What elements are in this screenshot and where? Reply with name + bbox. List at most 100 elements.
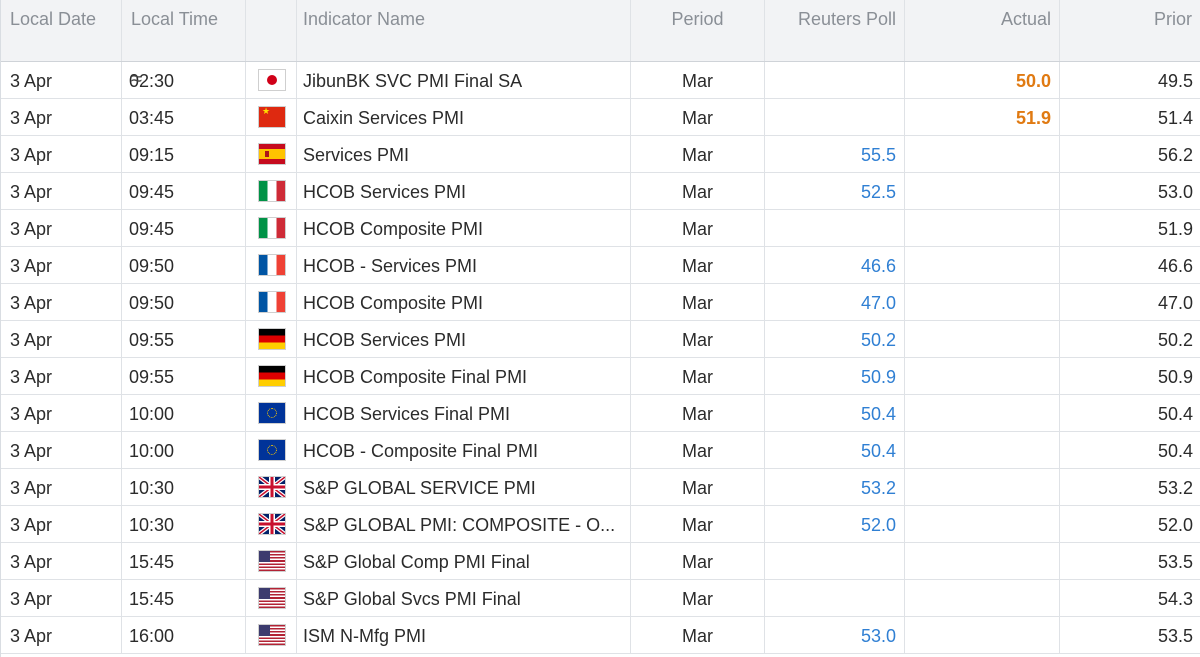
prior-cell: 50.4 xyxy=(1060,395,1200,431)
indicator-name-text: S&P Global Svcs PMI Final xyxy=(303,589,521,609)
time-cell: 09:15 xyxy=(122,136,246,172)
prior-cell: 46.6 xyxy=(1060,247,1200,283)
header-actual[interactable]: Actual xyxy=(905,0,1060,61)
date-cell: 3 Apr xyxy=(1,284,122,320)
date-cell: 3 Apr xyxy=(1,580,122,616)
period-text: Mar xyxy=(682,182,713,202)
uk-flag-icon xyxy=(259,514,285,534)
indicator-name-cell: HCOB Services PMI xyxy=(297,173,631,209)
table-row[interactable]: 3 Apr 09:55 HCOB Composite Final PMI Mar… xyxy=(1,358,1200,395)
table-row[interactable]: 3 Apr 10:30 S&P GLOBAL SERVICE PMI Mar 5… xyxy=(1,469,1200,506)
period-text: Mar xyxy=(682,108,713,128)
period-text: Mar xyxy=(682,219,713,239)
prior-value: 53.5 xyxy=(1157,626,1193,646)
actual-cell: 51.9 xyxy=(905,99,1060,135)
reuters-poll-value: 46.6 xyxy=(860,256,896,276)
flag-cell xyxy=(246,617,297,653)
prior-cell: 52.0 xyxy=(1060,506,1200,542)
period-cell: Mar xyxy=(631,432,765,468)
header-local-time-label: Local Time xyxy=(131,9,219,29)
reuters-poll-value: 50.9 xyxy=(860,367,896,387)
table-row[interactable]: 3 Apr 09:45 HCOB Services PMI Mar 52.5 5… xyxy=(1,173,1200,210)
indicator-name-text: S&P GLOBAL PMI: COMPOSITE - O... xyxy=(303,515,616,535)
prior-value: 54.3 xyxy=(1157,589,1193,609)
table-row[interactable]: 3 Apr 15:45 S&P Global Svcs PMI Final Ma… xyxy=(1,580,1200,617)
france-flag-icon xyxy=(259,255,285,275)
header-local-date-label: Local Date xyxy=(10,9,97,29)
date-cell: 3 Apr xyxy=(1,321,122,357)
flag-cell xyxy=(246,358,297,394)
header-period[interactable]: Period xyxy=(631,0,765,61)
table-row[interactable]: 3 Apr 09:15 Services PMI Mar 55.5 56.2 xyxy=(1,136,1200,173)
time-text: 09:50 xyxy=(129,293,175,313)
time-cell: 15:45 xyxy=(122,580,246,616)
time-cell: 10:30 xyxy=(122,469,246,505)
indicator-name-cell: JibunBK SVC PMI Final SA xyxy=(297,62,631,98)
period-cell: Mar xyxy=(631,506,765,542)
table-row[interactable]: 3 Apr 02:30 ≈ JibunBK SVC PMI Final SA Ma… xyxy=(1,62,1200,99)
indicator-name-text: Services PMI xyxy=(303,145,410,165)
date-text: 3 Apr xyxy=(10,330,53,350)
date-text: 3 Apr xyxy=(10,256,53,276)
date-cell: 3 Apr xyxy=(1,247,122,283)
reuters-poll-cell: 55.5 xyxy=(765,136,905,172)
period-text: Mar xyxy=(682,256,713,276)
table-row[interactable]: 3 Apr 03:45 Caixin Services PMI Mar 51.9… xyxy=(1,99,1200,136)
indicator-name-cell: ISM N-Mfg PMI xyxy=(297,617,631,653)
time-cell: 03:45 xyxy=(122,99,246,135)
actual-cell xyxy=(905,543,1060,579)
period-cell: Mar xyxy=(631,173,765,209)
header-indicator-name[interactable]: Indicator Name xyxy=(297,0,631,61)
period-text: Mar xyxy=(682,293,713,313)
table-row[interactable]: 3 Apr 10:30 S&P GLOBAL PMI: COMPOSITE - … xyxy=(1,506,1200,543)
date-text: 3 Apr xyxy=(10,589,53,609)
table-row[interactable]: 3 Apr 09:50 HCOB - Services PMI Mar 46.6… xyxy=(1,247,1200,284)
indicator-name-cell: S&P Global Svcs PMI Final xyxy=(297,580,631,616)
reuters-poll-cell: 52.5 xyxy=(765,173,905,209)
period-text: Mar xyxy=(682,330,713,350)
period-cell: Mar xyxy=(631,580,765,616)
actual-cell xyxy=(905,358,1060,394)
indicator-name-cell: HCOB - Services PMI xyxy=(297,247,631,283)
header-local-time[interactable]: Local Time xyxy=(122,0,246,61)
reuters-poll-cell: 50.2 xyxy=(765,321,905,357)
actual-value: 50.0 xyxy=(1015,71,1051,91)
time-text: 16:00 xyxy=(129,626,175,646)
table-row[interactable]: 3 Apr 15:45 S&P Global Comp PMI Final Ma… xyxy=(1,543,1200,580)
prior-cell: 47.0 xyxy=(1060,284,1200,320)
date-cell: 3 Apr xyxy=(1,62,122,98)
date-text: 3 Apr xyxy=(10,219,53,239)
table-row[interactable]: 3 Apr 09:50 HCOB Composite PMI Mar 47.0 … xyxy=(1,284,1200,321)
flag-cell xyxy=(246,506,297,542)
prior-value: 46.6 xyxy=(1157,256,1193,276)
indicator-name-text: HCOB Services PMI xyxy=(303,330,467,350)
table-row[interactable]: 3 Apr 16:00 ISM N-Mfg PMI Mar 53.0 53.5 xyxy=(1,617,1200,654)
actual-cell xyxy=(905,580,1060,616)
spain-flag-icon xyxy=(259,144,285,164)
prior-cell: 53.5 xyxy=(1060,543,1200,579)
germany-flag-icon xyxy=(259,329,285,349)
indicator-name-text: Caixin Services PMI xyxy=(303,108,465,128)
header-reuters-poll[interactable]: Reuters Poll xyxy=(765,0,905,61)
table-row[interactable]: 3 Apr 09:55 HCOB Services PMI Mar 50.2 5… xyxy=(1,321,1200,358)
flag-cell xyxy=(246,62,297,98)
prior-value: 53.5 xyxy=(1157,552,1193,572)
indicator-name-cell: S&P GLOBAL PMI: COMPOSITE - O... xyxy=(297,506,631,542)
time-text: 09:55 xyxy=(129,330,175,350)
table-row[interactable]: 3 Apr 09:45 HCOB Composite PMI Mar 51.9 xyxy=(1,210,1200,247)
time-cell: 09:45 xyxy=(122,173,246,209)
date-text: 3 Apr xyxy=(10,478,53,498)
indicator-name-text: HCOB Composite Final PMI xyxy=(303,367,528,387)
flag-cell xyxy=(246,395,297,431)
period-cell: Mar xyxy=(631,469,765,505)
time-text: 09:15 xyxy=(129,145,175,165)
table-row[interactable]: 3 Apr 10:00 HCOB - Composite Final PMI M… xyxy=(1,432,1200,469)
header-prior[interactable]: Prior xyxy=(1060,0,1200,61)
table-row[interactable]: 3 Apr 10:00 HCOB Services Final PMI Mar … xyxy=(1,395,1200,432)
period-text: Mar xyxy=(682,589,713,609)
reuters-poll-cell: 53.0 xyxy=(765,617,905,653)
uk-flag-icon xyxy=(259,477,285,497)
prior-cell: 49.5 xyxy=(1060,62,1200,98)
table-header: Local Date Local Time Indicator Name Per… xyxy=(1,0,1200,62)
header-local-date[interactable]: Local Date xyxy=(1,0,122,61)
